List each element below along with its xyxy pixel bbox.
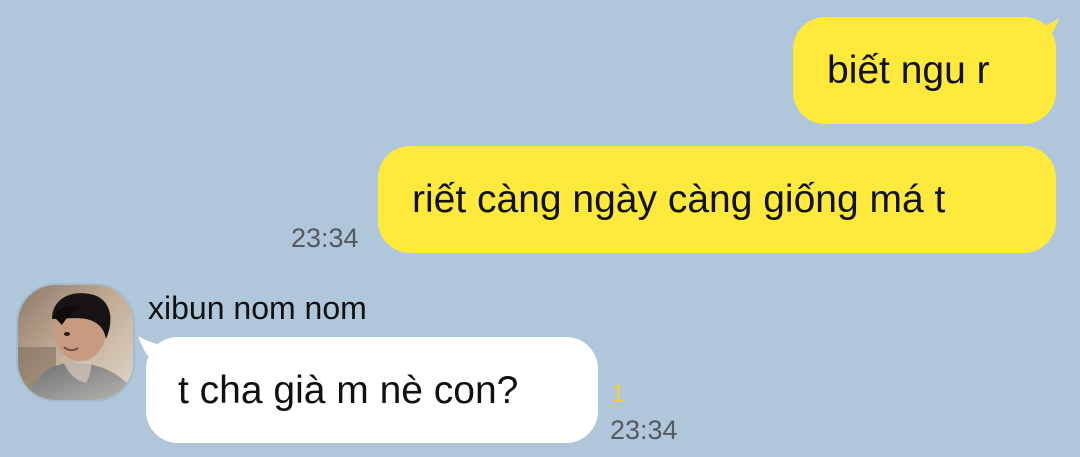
unread-count-badge: 1 xyxy=(611,380,625,408)
outgoing-message[interactable]: riết càng ngày càng giống má t xyxy=(378,146,1056,253)
incoming-message[interactable]: t cha già m nè con? xyxy=(146,337,598,443)
outgoing-message[interactable]: biết ngu r xyxy=(793,17,1056,124)
message-text: riết càng ngày càng giống má t xyxy=(412,178,946,221)
avatar[interactable] xyxy=(18,285,133,400)
message-timestamp: 23:34 xyxy=(291,223,359,253)
message-text: t cha già m nè con? xyxy=(178,368,519,412)
message-text: biết ngu r xyxy=(827,49,990,92)
profile-photo-icon xyxy=(18,285,133,400)
sender-name[interactable]: xibun nom nom xyxy=(148,292,367,324)
chat-area: biết ngu r riết càng ngày càng giống má … xyxy=(0,0,1080,457)
message-timestamp: 23:34 xyxy=(610,415,678,445)
